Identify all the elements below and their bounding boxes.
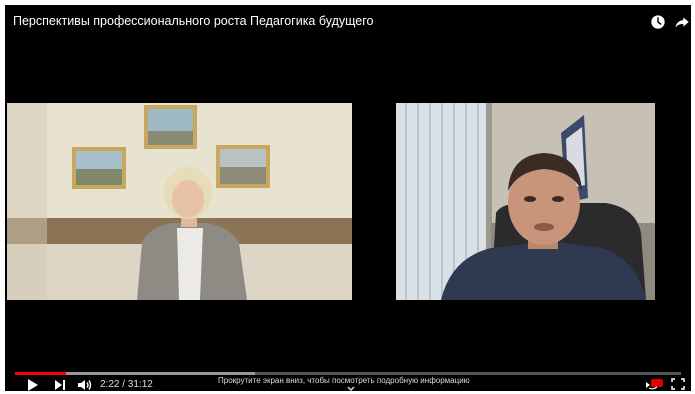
video-player[interactable]: Перспективы профессионального роста Педа… — [5, 5, 691, 391]
play-icon[interactable] — [25, 378, 41, 391]
progress-bar[interactable] — [15, 372, 681, 375]
autoplay-icon[interactable] — [645, 377, 663, 391]
volume-icon[interactable] — [77, 378, 93, 391]
wall-picture — [72, 147, 126, 189]
participant-left-scene — [7, 103, 352, 300]
control-bar: 2:22 / 31:12 Прокрутите экран вниз, чтоб… — [5, 361, 691, 391]
video-title[interactable]: Перспективы профессионального роста Педа… — [13, 14, 373, 28]
chevron-down-icon[interactable] — [347, 386, 355, 391]
time-display: 2:22 / 31:12 — [100, 379, 153, 390]
participant-video-right — [396, 103, 655, 300]
next-icon[interactable] — [52, 378, 68, 391]
participant-video-left — [7, 103, 352, 300]
progress-played — [15, 372, 66, 375]
scroll-hint: Прокрутите экран вниз, чтобы посмотреть … — [218, 376, 470, 385]
wall-picture — [216, 145, 270, 188]
share-arrow-icon[interactable] — [674, 14, 690, 30]
clock-icon[interactable] — [650, 14, 666, 30]
fullscreen-icon[interactable] — [671, 378, 685, 390]
top-bar: Перспективы профессионального роста Педа… — [5, 5, 691, 45]
participant-right-scene — [396, 103, 655, 300]
wall-picture — [144, 105, 197, 149]
